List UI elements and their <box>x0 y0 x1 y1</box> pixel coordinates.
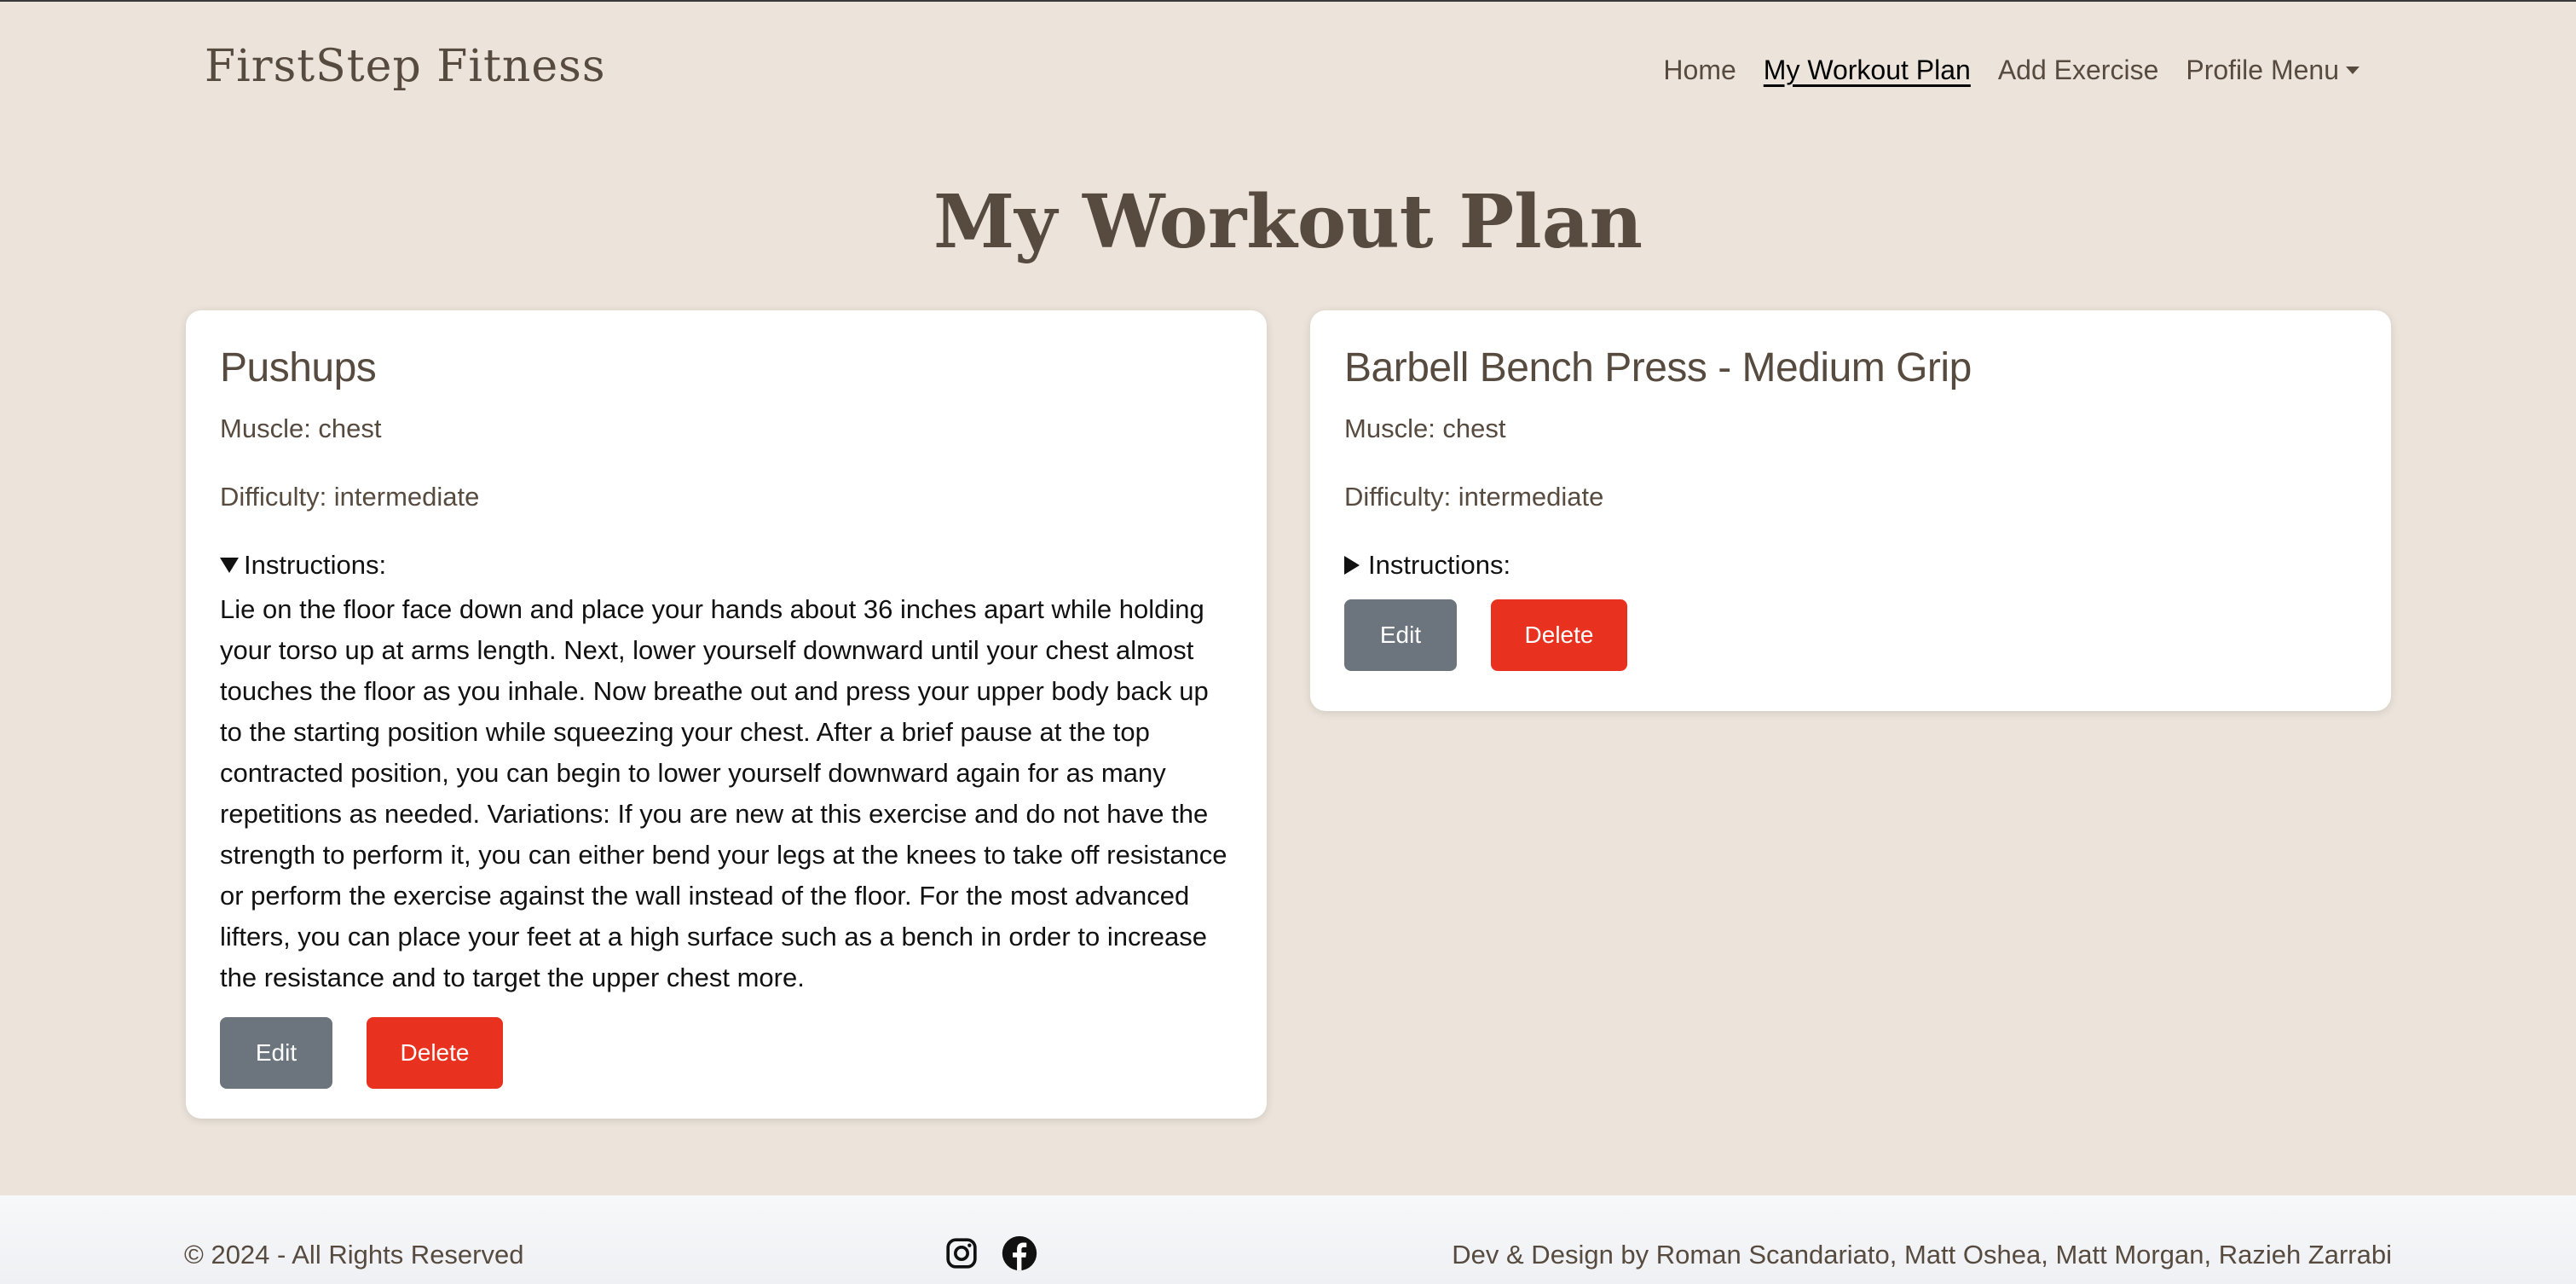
footer-credits: Dev & Design by Roman Scandariato, Matt … <box>1452 1240 2392 1270</box>
card-actions: Edit Delete <box>220 1017 1233 1089</box>
exercise-name: Pushups <box>220 345 377 390</box>
exercise-difficulty: Difficulty: intermediate <box>220 482 480 512</box>
brand-logo[interactable]: FirstStep Fitness <box>205 41 606 92</box>
page-title: My Workout Plan <box>933 179 1643 265</box>
facebook-icon[interactable] <box>1001 1235 1038 1276</box>
disclosure-open-icon <box>220 558 239 573</box>
nav-link-my-workout-plan[interactable]: My Workout Plan <box>1764 55 1971 86</box>
nav-link-home[interactable]: Home <box>1663 55 1736 86</box>
edit-button[interactable]: Edit <box>220 1017 332 1089</box>
footer-copyright: © 2024 - All Rights Reserved <box>184 1240 524 1270</box>
instagram-icon[interactable] <box>944 1236 979 1275</box>
instructions-label: Instructions: <box>244 550 387 580</box>
exercise-muscle: Muscle: chest <box>220 414 382 443</box>
nav-link-add-exercise[interactable]: Add Exercise <box>1998 55 2159 86</box>
profile-menu-dropdown[interactable]: Profile Menu <box>2186 55 2359 86</box>
delete-button[interactable]: Delete <box>1491 599 1627 671</box>
disclosure-closed-icon <box>1344 556 1360 575</box>
exercise-name: Barbell Bench Press - Medium Grip <box>1344 345 1972 390</box>
profile-menu-label: Profile Menu <box>2186 55 2339 85</box>
exercise-card: Pushups Muscle: chest Difficulty: interm… <box>186 310 1267 1119</box>
card-actions: Edit Delete <box>1344 599 2357 671</box>
caret-down-icon <box>2346 67 2359 75</box>
instructions-toggle[interactable]: Instructions: <box>220 550 1233 581</box>
instructions-label: Instructions: <box>1368 550 1511 580</box>
instructions-text: Lie on the floor face down and place you… <box>220 594 1227 992</box>
navbar: FirstStep Fitness Home My Workout Plan A… <box>0 2 2576 147</box>
nav-links: Home My Workout Plan Add Exercise Profil… <box>1663 55 2359 86</box>
edit-button[interactable]: Edit <box>1344 599 1457 671</box>
social-links <box>944 1235 1038 1276</box>
instructions-toggle[interactable]: Instructions: <box>1344 550 2357 581</box>
delete-button[interactable]: Delete <box>367 1017 503 1089</box>
exercise-card: Barbell Bench Press - Medium Grip Muscle… <box>1310 310 2391 711</box>
exercise-difficulty: Difficulty: intermediate <box>1344 482 1604 512</box>
footer: © 2024 - All Rights Reserved Dev & Desig… <box>0 1195 2576 1284</box>
exercise-muscle: Muscle: chest <box>1344 414 1506 443</box>
